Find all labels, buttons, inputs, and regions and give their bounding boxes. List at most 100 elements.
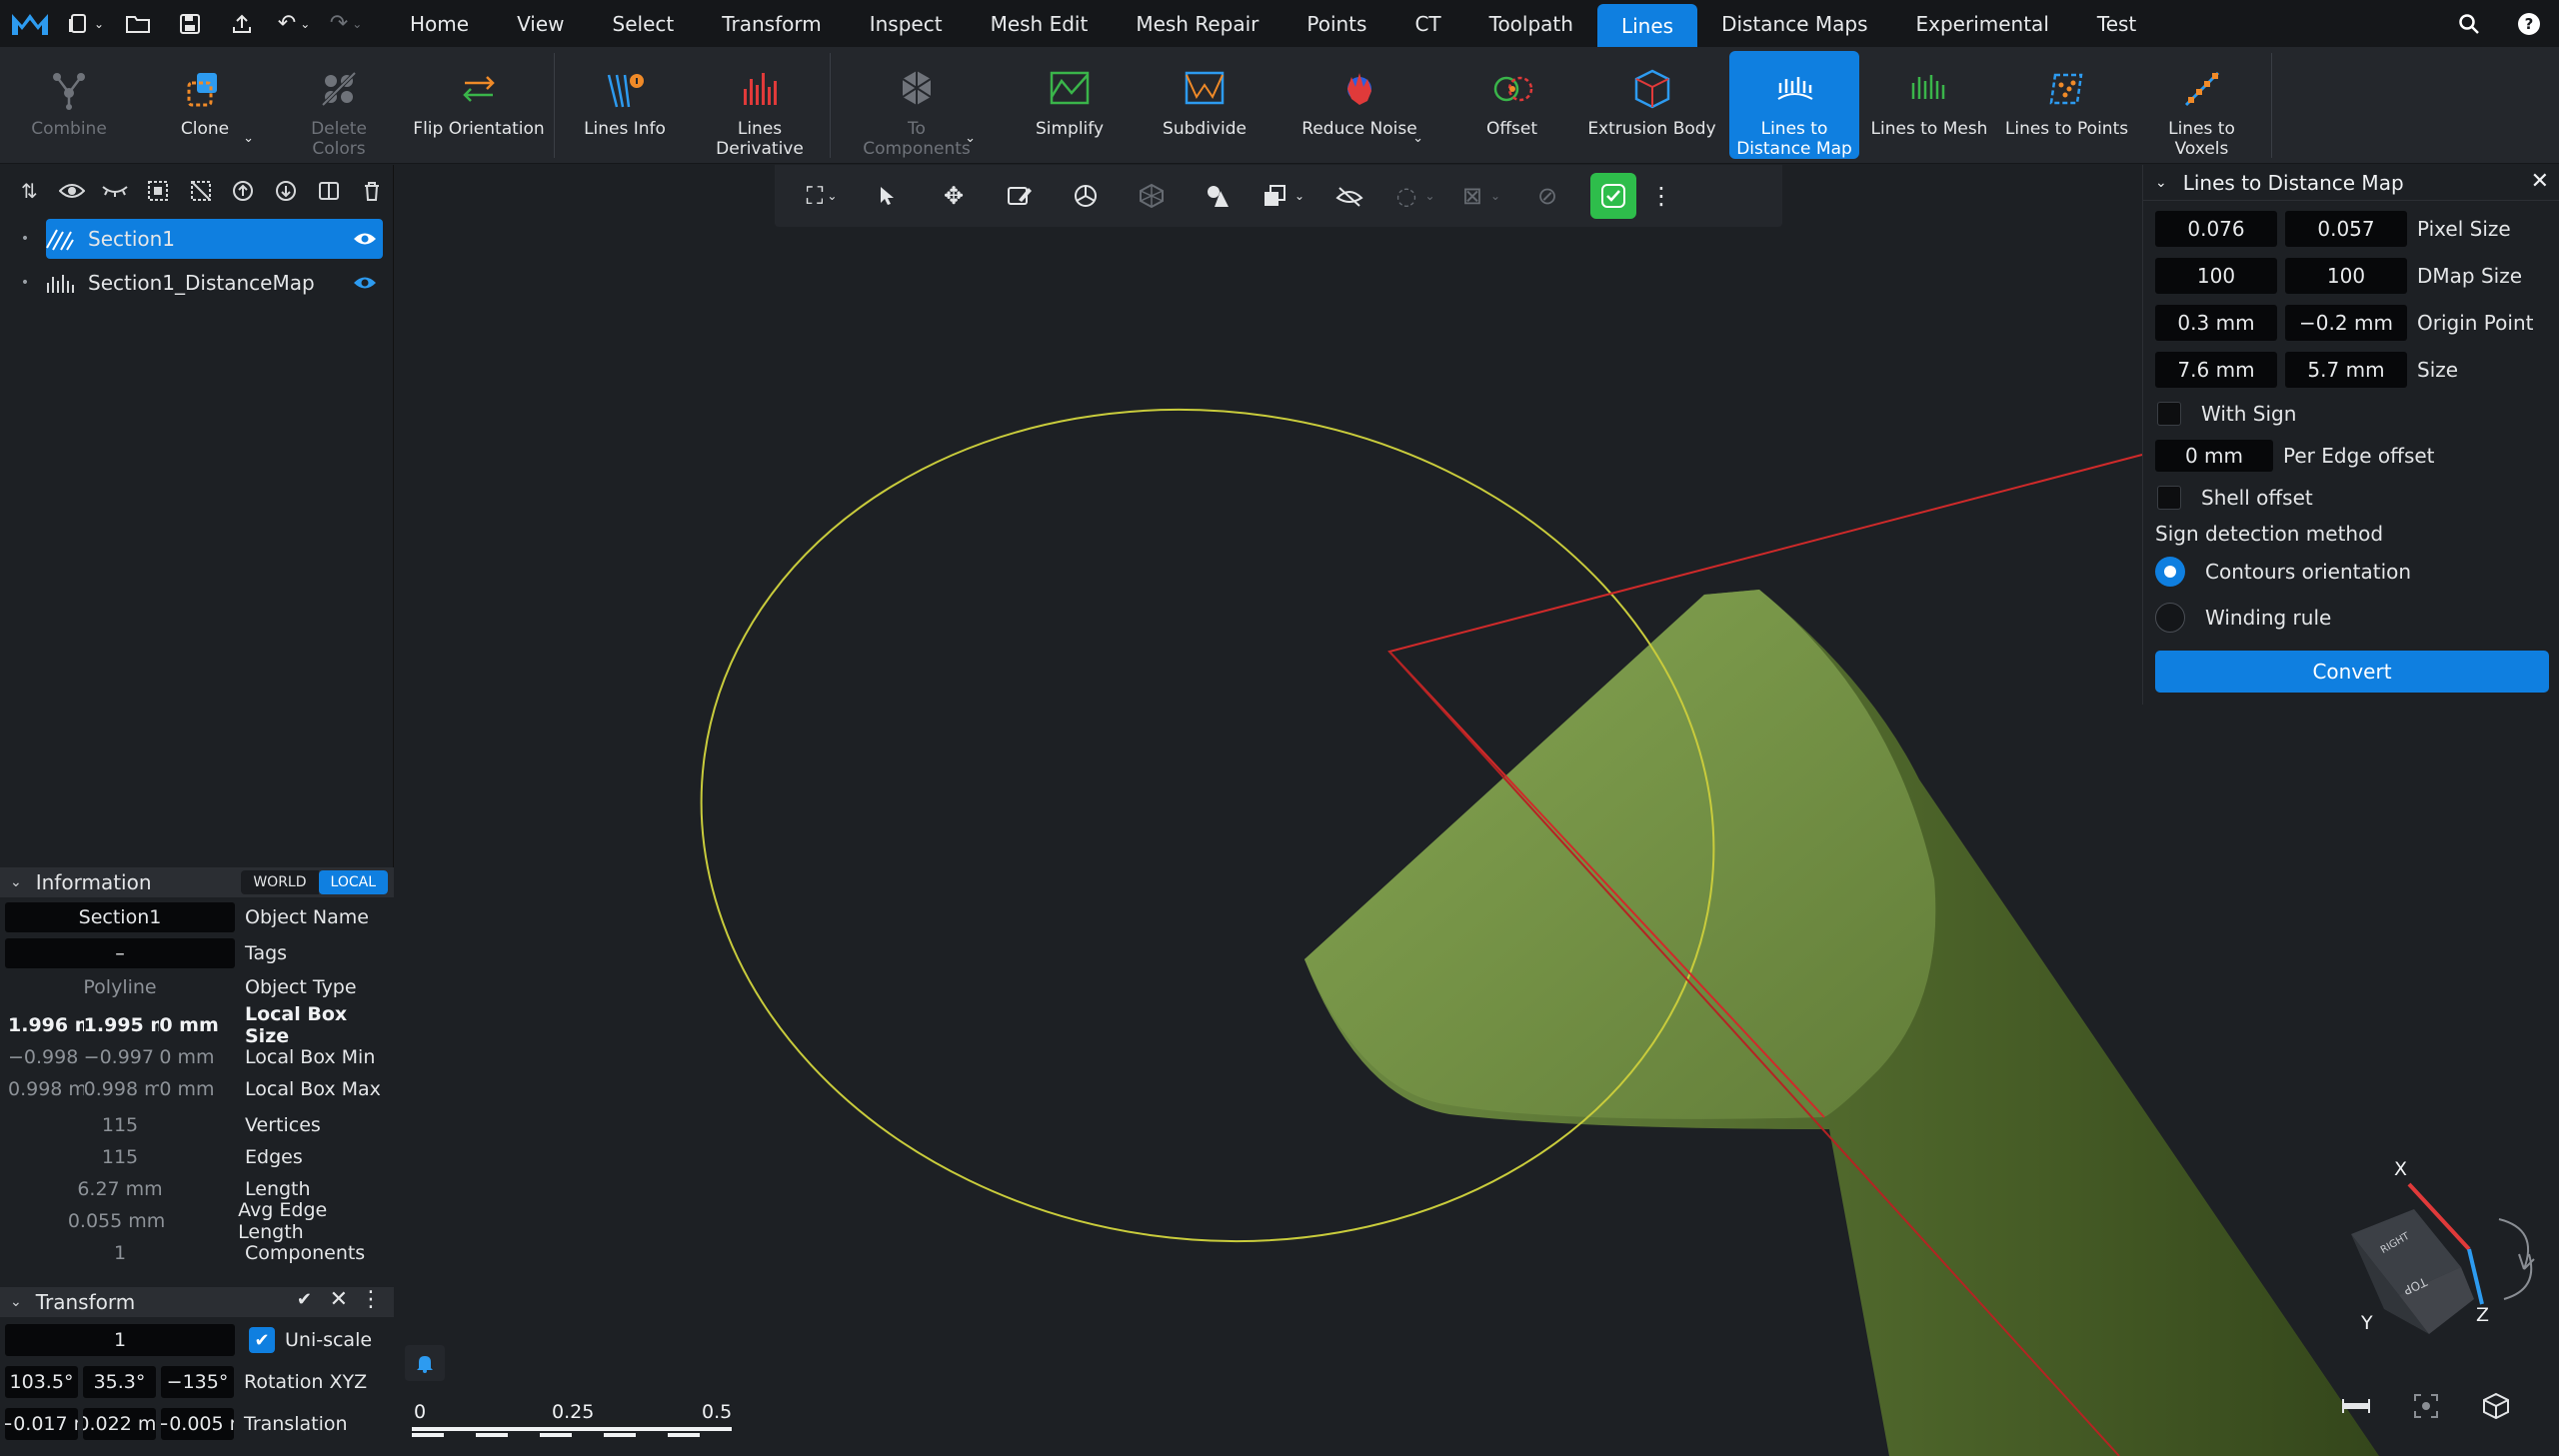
rotation-y-input[interactable]: 35.3° xyxy=(83,1366,156,1398)
tab-toolpath[interactable]: Toolpath xyxy=(1465,0,1597,47)
world-toggle[interactable]: WORLD xyxy=(241,870,319,894)
pixel-size-x-input[interactable]: 0.076 xyxy=(2155,210,2277,247)
flip-orientation-button[interactable]: Flip Orientation xyxy=(412,47,546,164)
to-components-button[interactable]: To Components ⌄ xyxy=(862,47,976,164)
fit-selection-icon[interactable] xyxy=(2391,1393,2461,1419)
transform-header[interactable]: ⌄ Transform ✔ ✕ ⋮ xyxy=(0,1287,394,1317)
clear-selection-icon[interactable]: ⊘ xyxy=(1514,173,1580,219)
confirm-check-icon[interactable] xyxy=(1590,173,1636,219)
lines-to-voxels-button[interactable]: Lines to Voxels xyxy=(2139,47,2264,164)
scene-item-section1-distancemap[interactable]: • Section1_DistanceMap xyxy=(10,263,383,303)
origin-x-input[interactable]: 0.3 mm xyxy=(2155,304,2277,341)
split-view-icon[interactable] xyxy=(307,171,350,211)
with-sign-checkbox[interactable] xyxy=(2157,402,2181,426)
export-icon[interactable] xyxy=(216,0,268,47)
undo-icon[interactable]: ↶ ⌄ xyxy=(268,0,320,47)
tab-lines[interactable]: Lines xyxy=(1596,4,1698,47)
view-cube-gizmo[interactable] xyxy=(2351,1182,2535,1334)
tab-transform[interactable]: Transform xyxy=(698,0,845,47)
select-all-icon[interactable] xyxy=(136,171,179,211)
rotation-x-input[interactable]: 103.5° xyxy=(5,1366,78,1398)
tab-select[interactable]: Select xyxy=(589,0,699,47)
search-icon[interactable] xyxy=(2439,0,2499,47)
dmap-size-y-input[interactable]: 100 xyxy=(2285,257,2407,294)
apply-check-icon[interactable]: ✔ xyxy=(297,1289,312,1310)
lines-to-distance-map-button[interactable]: Lines to Distance Map xyxy=(1729,51,1859,159)
pixel-size-y-input[interactable]: 0.057 xyxy=(2285,210,2407,247)
hide-icon[interactable] xyxy=(1316,173,1382,219)
lines-to-points-button[interactable]: Lines to Points xyxy=(2004,47,2129,164)
open-folder-icon[interactable] xyxy=(112,0,164,47)
dmap-size-x-input[interactable]: 100 xyxy=(2155,257,2277,294)
combine-button[interactable]: Combine xyxy=(18,47,120,164)
notification-bell-icon[interactable] xyxy=(405,1345,445,1381)
box-select-icon[interactable]: ⊠ ⌄ xyxy=(1448,173,1514,219)
per-edge-offset-input[interactable]: 0 mm xyxy=(2155,440,2273,472)
save-icon[interactable] xyxy=(164,0,216,47)
tab-home[interactable]: Home xyxy=(386,0,493,47)
duplicate-icon[interactable]: ⌄ xyxy=(1251,173,1316,219)
subdivide-button[interactable]: Subdivide xyxy=(1155,47,1255,164)
hide-all-icon[interactable] xyxy=(94,171,137,211)
reduce-noise-button[interactable]: Reduce Noise ⌄ xyxy=(1299,47,1423,164)
information-header[interactable]: ⌄ Information WORLD LOCAL xyxy=(0,867,394,897)
chevron-down-icon[interactable]: ⌄ xyxy=(1412,131,1423,146)
translation-x-input[interactable]: −0.017 n xyxy=(5,1408,78,1440)
new-file-icon[interactable]: ⌄ xyxy=(60,0,112,47)
size-x-input[interactable]: 7.6 mm xyxy=(2155,351,2277,388)
paint-select-icon[interactable] xyxy=(987,173,1053,219)
close-icon[interactable]: ✕ xyxy=(2531,169,2549,194)
select-arrow-icon[interactable] xyxy=(855,173,921,219)
help-icon[interactable]: ? xyxy=(2499,0,2559,47)
move-icon[interactable]: ✥ xyxy=(921,173,987,219)
tab-points[interactable]: Points xyxy=(1282,0,1390,47)
measure-icon[interactable] xyxy=(2321,1399,2391,1413)
shell-offset-checkbox[interactable] xyxy=(2157,486,2181,510)
lines-info-button[interactable]: Lines Info xyxy=(575,47,675,164)
visibility-eye-icon[interactable] xyxy=(347,275,383,291)
local-toggle[interactable]: LOCAL xyxy=(318,870,388,894)
ltdm-header[interactable]: ⌄ Lines to Distance Map ✕ xyxy=(2143,165,2559,201)
app-logo-icon[interactable] xyxy=(0,0,60,47)
lasso-icon[interactable]: ◌ ⌄ xyxy=(1382,173,1448,219)
tab-mesh-edit[interactable]: Mesh Edit xyxy=(967,0,1113,47)
tab-distance-maps[interactable]: Distance Maps xyxy=(1697,0,1891,47)
offset-button[interactable]: Offset xyxy=(1464,47,1559,164)
show-all-icon[interactable] xyxy=(51,171,94,211)
visibility-eye-icon[interactable] xyxy=(347,231,383,247)
recolor-icon[interactable] xyxy=(1185,173,1251,219)
chevron-down-icon[interactable]: ⌄ xyxy=(243,131,254,146)
contours-orientation-radio[interactable] xyxy=(2155,557,2185,587)
translation-y-input[interactable]: 0.022 mı xyxy=(83,1408,156,1440)
move-up-icon[interactable] xyxy=(222,171,265,211)
scale-input[interactable]: 1 xyxy=(5,1324,235,1356)
scene-item-section1[interactable]: • Section1 xyxy=(10,219,383,259)
origin-y-input[interactable]: −0.2 mm xyxy=(2285,304,2407,341)
clone-button[interactable]: Clone ⌄ xyxy=(160,47,254,164)
orbit-icon[interactable] xyxy=(1053,173,1119,219)
tab-view[interactable]: View xyxy=(493,0,588,47)
tab-ct[interactable]: CT xyxy=(1390,0,1464,47)
simplify-button[interactable]: Simplify xyxy=(1020,47,1120,164)
deselect-icon[interactable] xyxy=(179,171,222,211)
object-name-field[interactable]: Section1 xyxy=(5,902,235,932)
uniscale-checkbox[interactable]: ✔ xyxy=(249,1327,275,1353)
redo-icon[interactable]: ↷ ⌄ xyxy=(320,0,372,47)
move-down-icon[interactable] xyxy=(265,171,308,211)
winding-rule-radio[interactable] xyxy=(2155,603,2185,633)
delete-colors-button[interactable]: Delete Colors xyxy=(284,47,394,164)
size-y-input[interactable]: 5.7 mm xyxy=(2285,351,2407,388)
fit-view-icon[interactable]: ⛶ ⌄ xyxy=(789,173,855,219)
extrusion-body-button[interactable]: Extrusion Body xyxy=(1584,47,1719,164)
mesh-select-icon[interactable] xyxy=(1119,173,1185,219)
more-options-icon[interactable]: ⋮ xyxy=(1646,173,1676,219)
tab-experimental[interactable]: Experimental xyxy=(1892,0,2073,47)
convert-button[interactable]: Convert xyxy=(2155,651,2549,693)
sort-icon[interactable]: ⇅ xyxy=(8,171,51,211)
tab-test[interactable]: Test xyxy=(2073,0,2160,47)
lines-derivative-button[interactable]: Lines Derivative xyxy=(710,47,810,164)
trash-icon[interactable] xyxy=(350,171,393,211)
reset-x-icon[interactable]: ✕ xyxy=(330,1287,348,1312)
translation-z-input[interactable]: −0.005 n xyxy=(161,1408,234,1440)
tab-mesh-repair[interactable]: Mesh Repair xyxy=(1112,0,1282,47)
